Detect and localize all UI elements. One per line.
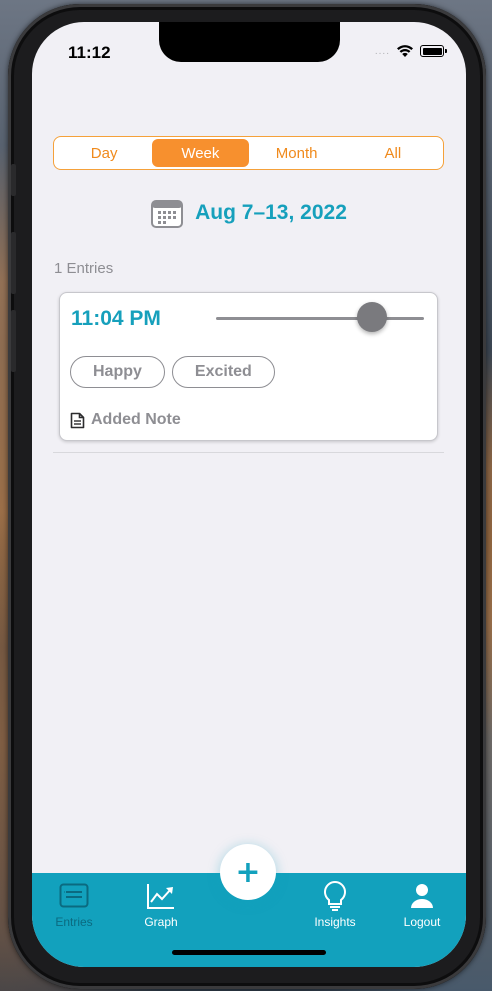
calendar-icon[interactable]: [151, 198, 184, 228]
entries-list-icon: [59, 881, 89, 911]
entry-card[interactable]: 11:04 PM Happy Excited Added Note: [59, 292, 438, 441]
lightbulb-icon: [320, 880, 350, 911]
volume-down-button: [11, 310, 16, 372]
tab-graph[interactable]: Graph: [126, 881, 196, 929]
battery-icon: [420, 45, 447, 57]
notch: [159, 22, 340, 62]
graph-trend-icon: [146, 881, 176, 911]
list-separator: [53, 452, 444, 453]
tab-logout[interactable]: Logout: [387, 881, 457, 929]
mood-tags: Happy Excited: [70, 356, 275, 388]
period-segmented-control: Day Week Month All: [53, 136, 444, 170]
app-screen: 11:12 .... Day Week Month All Aug 7–13, …: [32, 22, 466, 967]
tab-entries[interactable]: Entries: [39, 881, 109, 929]
wifi-icon: [397, 45, 413, 57]
date-range-label: Aug 7–13, 2022: [195, 201, 347, 224]
segment-day[interactable]: Day: [56, 139, 152, 167]
add-entry-button[interactable]: +: [220, 844, 276, 900]
tab-logout-label: Logout: [403, 915, 441, 929]
user-icon: [407, 881, 437, 911]
mood-slider-track: [216, 317, 424, 320]
signal-indicator: ....: [374, 45, 390, 57]
tab-insights[interactable]: Insights: [300, 880, 370, 929]
segment-week[interactable]: Week: [152, 139, 249, 167]
home-indicator[interactable]: [172, 950, 326, 955]
status-time: 11:12: [68, 43, 111, 62]
segment-month[interactable]: Month: [249, 139, 345, 167]
status-indicators: ....: [374, 44, 447, 58]
tab-insights-label: Insights: [314, 915, 356, 929]
note-label: Added Note: [91, 411, 181, 428]
volume-up-button: [11, 232, 16, 294]
mute-switch: [11, 164, 16, 196]
entry-time: 11:04 PM: [71, 307, 161, 330]
document-icon: [70, 412, 85, 428]
tag-excited[interactable]: Excited: [171, 356, 275, 388]
mood-slider-thumb[interactable]: [357, 302, 387, 332]
entries-count: 1 Entries: [54, 260, 114, 277]
tag-happy[interactable]: Happy: [70, 356, 165, 388]
plus-icon: +: [235, 854, 261, 890]
segment-all[interactable]: All: [345, 139, 441, 167]
tab-entries-label: Entries: [55, 915, 93, 929]
note-indicator: Added Note: [70, 411, 181, 429]
tab-graph-label: Graph: [144, 915, 178, 929]
date-range-header: Aug 7–13, 2022: [32, 198, 466, 228]
